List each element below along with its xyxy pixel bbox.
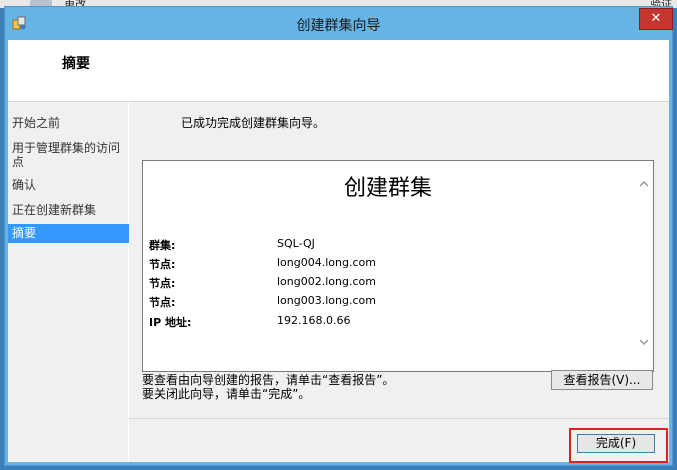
wizard-steps-sidebar: 开始之前 用于管理群集的访问点 确认 正在创建新群集 摘要	[8, 102, 129, 462]
report-key: 节点:	[149, 258, 176, 271]
report-key: 节点:	[149, 277, 176, 290]
client-area: 摘要 开始之前 用于管理群集的访问点 确认 正在创建新群集 摘要 已成功完成创建…	[8, 40, 669, 463]
sidebar-item-confirmation[interactable]: 确认	[8, 178, 129, 192]
scroll-down-icon[interactable]	[639, 337, 649, 347]
success-message: 已成功完成创建群集向导。	[181, 116, 326, 130]
page-title: 摘要	[62, 56, 90, 72]
finish-button[interactable]: 完成(F)	[577, 434, 655, 453]
instructions: 要查看由向导创建的报告，请单击“查看报告”。 要关闭此向导，请单击“完成”。	[142, 373, 394, 401]
report-scrollbar[interactable]	[636, 161, 653, 371]
footer-divider	[129, 418, 669, 419]
report-value: SQL-QJ	[277, 237, 315, 250]
report-box: 创建群集 群集: SQL-QJ 节点: long004.long.com 节点:…	[142, 160, 654, 372]
report-value: long002.long.com	[277, 275, 376, 288]
sidebar-item-before-you-begin[interactable]: 开始之前	[8, 116, 129, 130]
window-title: 创建群集向导	[296, 18, 381, 34]
report-value: 192.168.0.66	[277, 314, 351, 327]
wizard-header: 摘要	[8, 40, 669, 102]
report-value: long003.long.com	[277, 294, 376, 307]
summary-panel: 已成功完成创建群集向导。 创建群集 群集: SQL-QJ 节点: long004…	[129, 102, 669, 462]
report-key: 节点:	[149, 296, 176, 309]
sidebar-item-access-point[interactable]: 用于管理群集的访问点	[8, 141, 124, 169]
instructions-close: 要关闭此向导，请单击“完成”。	[142, 387, 311, 401]
title-bar[interactable]: 创建群集向导 ✕	[5, 7, 673, 39]
sidebar-item-creating-cluster[interactable]: 正在创建新群集	[8, 203, 129, 217]
sidebar-item-summary[interactable]: 摘要	[8, 224, 129, 243]
close-button[interactable]: ✕	[639, 8, 673, 30]
report-value: long004.long.com	[277, 256, 376, 269]
wizard-window: 创建群集向导 ✕ 摘要 开始之前 用于管理群集的访问点 确认 正在创建新群集 摘…	[4, 6, 673, 466]
report-key: IP 地址:	[149, 316, 192, 329]
report-key: 群集:	[149, 239, 176, 252]
scroll-up-icon[interactable]	[639, 179, 649, 189]
report-title: 创建群集	[343, 176, 432, 201]
view-report-button[interactable]: 查看报告(V)...	[551, 370, 653, 390]
instructions-view-report: 要查看由向导创建的报告，请单击“查看报告”。	[142, 373, 395, 387]
